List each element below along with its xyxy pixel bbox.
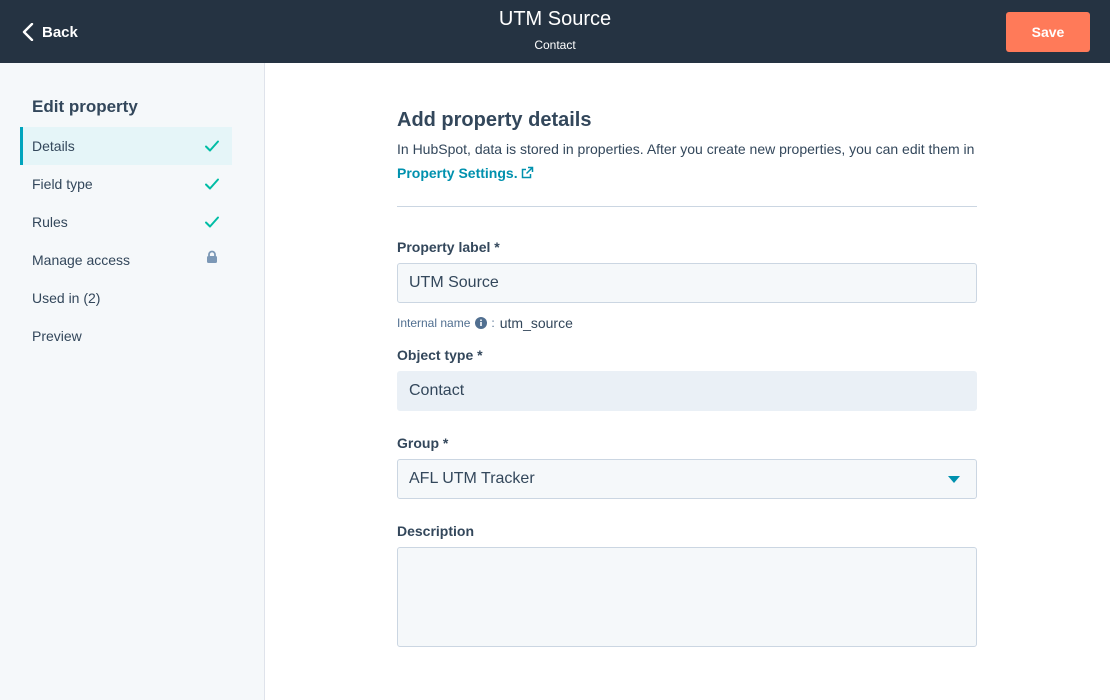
property-label-input[interactable]: UTM Source	[397, 263, 977, 303]
sidebar-nav: Details Field type Rules Manage access U…	[20, 127, 232, 355]
sidebar-item-label: Manage access	[32, 252, 131, 268]
section-title: Add property details	[397, 109, 592, 131]
lock-icon	[204, 249, 220, 265]
info-icon[interactable]	[475, 317, 488, 329]
sidebar-item-label: Used in (2)	[32, 290, 101, 306]
group-select-value: AFL UTM Tracker	[409, 470, 535, 487]
sidebar-item-label: Preview	[32, 328, 82, 344]
sidebar-item-label: Rules	[32, 214, 68, 230]
sidebar: Edit property Details Field type Rules M…	[0, 63, 265, 700]
property-label-label: Property label *	[397, 239, 500, 255]
check-icon	[204, 176, 220, 192]
sidebar-heading: Edit property	[32, 97, 138, 116]
sidebar-item-manage-access[interactable]: Manage access	[20, 241, 232, 279]
group-label: Group *	[397, 435, 449, 451]
save-button[interactable]: Save	[1006, 12, 1090, 52]
description-textarea[interactable]	[397, 547, 977, 647]
top-bar: Back UTM Source Contact Save	[0, 0, 1110, 63]
object-type-field: Contact	[397, 371, 977, 411]
intro-description: In HubSpot, data is stored in properties…	[397, 141, 975, 157]
sidebar-item-details[interactable]: Details	[20, 127, 232, 165]
description-label: Description	[397, 523, 475, 539]
group-select[interactable]: AFL UTM Tracker	[397, 459, 977, 499]
page-title: UTM Source	[498, 8, 612, 30]
sidebar-item-rules[interactable]: Rules	[20, 203, 232, 241]
caret-down-icon	[948, 476, 960, 483]
divider	[397, 206, 977, 207]
intro-text: In HubSpot, data is stored in properties…	[397, 137, 977, 186]
sidebar-item-label: Field type	[32, 176, 93, 192]
sidebar-item-preview[interactable]: Preview	[20, 317, 232, 355]
sidebar-item-field-type[interactable]: Field type	[20, 165, 232, 203]
object-type-label: Object type *	[397, 347, 483, 363]
check-icon	[204, 214, 220, 230]
internal-name-value: utm_source	[499, 315, 573, 331]
internal-name-label: Internal name	[397, 316, 471, 330]
sidebar-item-used-in[interactable]: Used in (2)	[20, 279, 232, 317]
page-subtitle: Contact	[534, 38, 576, 52]
sidebar-item-label: Details	[32, 138, 75, 154]
external-link-icon[interactable]	[521, 162, 534, 186]
property-settings-link[interactable]: Property Settings.	[397, 165, 518, 181]
internal-name-row: Internal name : utm_source	[397, 315, 573, 331]
check-icon	[204, 138, 220, 154]
